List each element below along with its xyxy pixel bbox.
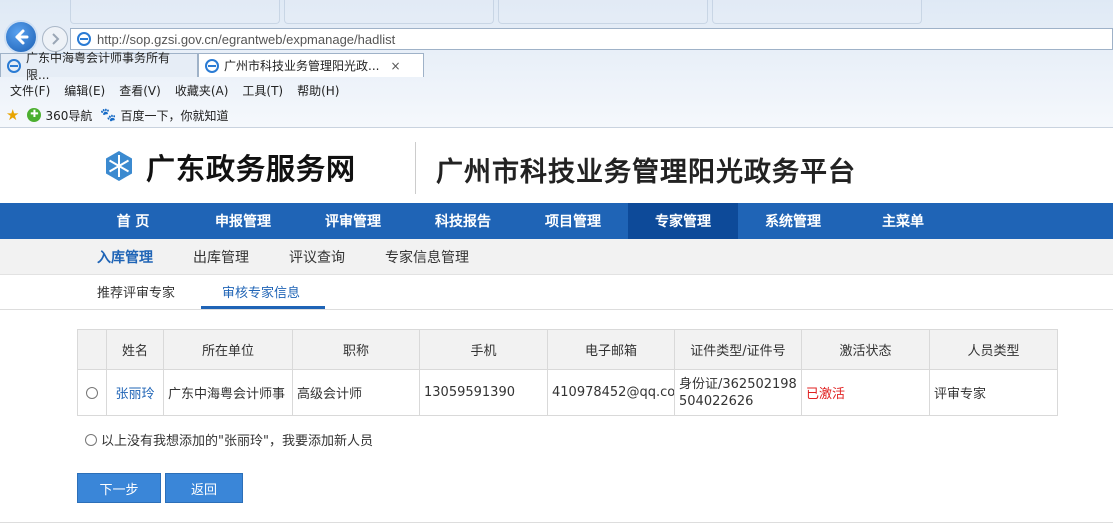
cell-email: 410978452@qq.co [547,369,675,416]
table-header-row: 姓名 所在单位 职称 手机 电子邮箱 证件类型/证件号 激活状态 人员类型 [77,329,1058,370]
cell-type: 评审专家 [929,369,1058,416]
favorites-star-icon[interactable]: ★ [6,106,19,124]
cell-title: 高级会计师 [292,369,420,416]
gov-service-logo [106,151,132,181]
tab-recommend-expert[interactable]: 推荐评审专家 [97,282,175,301]
add-new-radio[interactable] [85,433,97,446]
col-unit: 所在单位 [163,329,293,370]
cell-name: 张丽玲 [106,369,164,416]
nav-review[interactable]: 评审管理 [298,203,408,239]
fav-360[interactable]: ✚ 360导航 [27,107,92,124]
close-tab-icon[interactable]: × [390,59,400,73]
subnav-review-query[interactable]: 评议查询 [289,247,345,267]
col-type: 人员类型 [929,329,1058,370]
back-arrow-icon [15,29,29,45]
tab-review-expert-info[interactable]: 审核专家信息 [222,282,300,301]
add-new-option[interactable]: 以上没有我想添加的"张丽玲"，我要添加新人员 [85,430,373,449]
baidu-paw-icon: 🐾 [100,107,117,123]
nav-system[interactable]: 系统管理 [738,203,848,239]
col-phone: 手机 [419,329,548,370]
expert-table: 姓名 所在单位 职称 手机 电子邮箱 证件类型/证件号 激活状态 人员类型 张丽… [77,329,1058,416]
sub-nav: 入库管理 出库管理 评议查询 专家信息管理 [0,239,1113,275]
fav-baidu-label: 百度一下，你就知道 [120,108,229,123]
menu-edit[interactable]: 编辑(E) [64,82,105,99]
page-tabs: 推荐评审专家 审核专家信息 [0,276,1113,310]
nav-expert[interactable]: 专家管理 [628,203,738,239]
menu-view[interactable]: 查看(V) [119,82,161,99]
header-divider [415,142,416,194]
nav-home[interactable]: 首 页 [78,203,188,239]
subnav-expert-info[interactable]: 专家信息管理 [385,247,469,267]
col-title: 职称 [292,329,420,370]
col-status: 激活状态 [801,329,930,370]
cell-status: 已激活 [801,369,930,416]
browser-tab-title: 广东中海粤会计师事务所有限... [26,50,171,82]
col-name: 姓名 [106,329,164,370]
back-page-button[interactable]: 返回 [165,473,243,503]
subnav-intake[interactable]: 入库管理 [97,247,153,267]
browser-tab-row: 广东中海粤会计师事务所有限... 广州市科技业务管理阳光政... × [0,51,424,82]
nav-application[interactable]: 申报管理 [188,203,298,239]
360-icon: ✚ [27,108,42,122]
col-id: 证件类型/证件号 [674,329,802,370]
col-email: 电子邮箱 [547,329,675,370]
ie-tab-icon [7,58,21,73]
active-tab-underline [201,306,325,309]
site-header: 广东政务服务网 广州市科技业务管理阳光政务平台 [0,128,1113,203]
cell-unit: 广东中海粤会计师事 [163,369,293,416]
fav-360-label: 360导航 [45,108,93,123]
address-bar[interactable]: http://sop.gzsi.gov.cn/egrantweb/expmana… [70,28,1113,50]
menu-tools[interactable]: 工具(T) [242,82,283,99]
row-radio[interactable] [86,386,98,399]
site-title: 广东政务服务网 [146,152,357,186]
bottom-divider [0,522,1113,523]
fav-baidu[interactable]: 🐾 百度一下，你就知道 [100,107,228,124]
add-new-label: 以上没有我想添加的"张丽玲"，我要添加新人员 [101,434,373,449]
browser-chrome: http://sop.gzsi.gov.cn/egrantweb/expmana… [0,0,1113,128]
cell-phone: 13059591390 [419,369,548,416]
background-tab[interactable] [498,0,708,24]
col-select [77,329,107,370]
menu-bar: 文件(F) 编辑(E) 查看(V) 收藏夹(A) 工具(T) 帮助(H) [0,80,339,100]
nav-main-menu[interactable]: 主菜单 [848,203,958,239]
main-nav: 首 页 申报管理 评审管理 科技报告 项目管理 专家管理 系统管理 主菜单 [0,203,1113,239]
table-row: 张丽玲 广东中海粤会计师事 高级会计师 13059591390 41097845… [77,369,1058,416]
subnav-outflow[interactable]: 出库管理 [193,247,249,267]
ie-page-icon [77,32,91,46]
menu-file[interactable]: 文件(F) [10,82,50,99]
background-tab[interactable] [712,0,922,24]
platform-title: 广州市科技业务管理阳光政务平台 [436,157,856,188]
menu-favorites[interactable]: 收藏夹(A) [175,82,229,99]
nav-project[interactable]: 项目管理 [518,203,628,239]
background-tabs [70,0,922,26]
browser-tab-title: 广州市科技业务管理阳光政... [224,59,380,73]
background-tab[interactable] [70,0,280,24]
ie-tab-icon [205,58,219,73]
status-badge: 已激活 [806,387,846,402]
row-select-cell [77,369,107,416]
address-url[interactable]: http://sop.gzsi.gov.cn/egrantweb/expmana… [97,32,395,47]
browser-tab-1[interactable]: 广东中海粤会计师事务所有限... [0,51,198,82]
next-step-button[interactable]: 下一步 [77,473,161,503]
browser-tab-2[interactable]: 广州市科技业务管理阳光政... × [198,53,424,77]
favorites-bar: ★ ✚ 360导航 🐾 百度一下，你就知道 [0,104,229,126]
menu-help[interactable]: 帮助(H) [297,82,339,99]
expert-name-link[interactable]: 张丽玲 [115,387,154,402]
cell-id: 身份证/362502198504022626 [674,369,802,416]
background-tab[interactable] [284,0,494,24]
nav-tech-report[interactable]: 科技报告 [408,203,518,239]
forward-arrow-icon [52,33,60,45]
